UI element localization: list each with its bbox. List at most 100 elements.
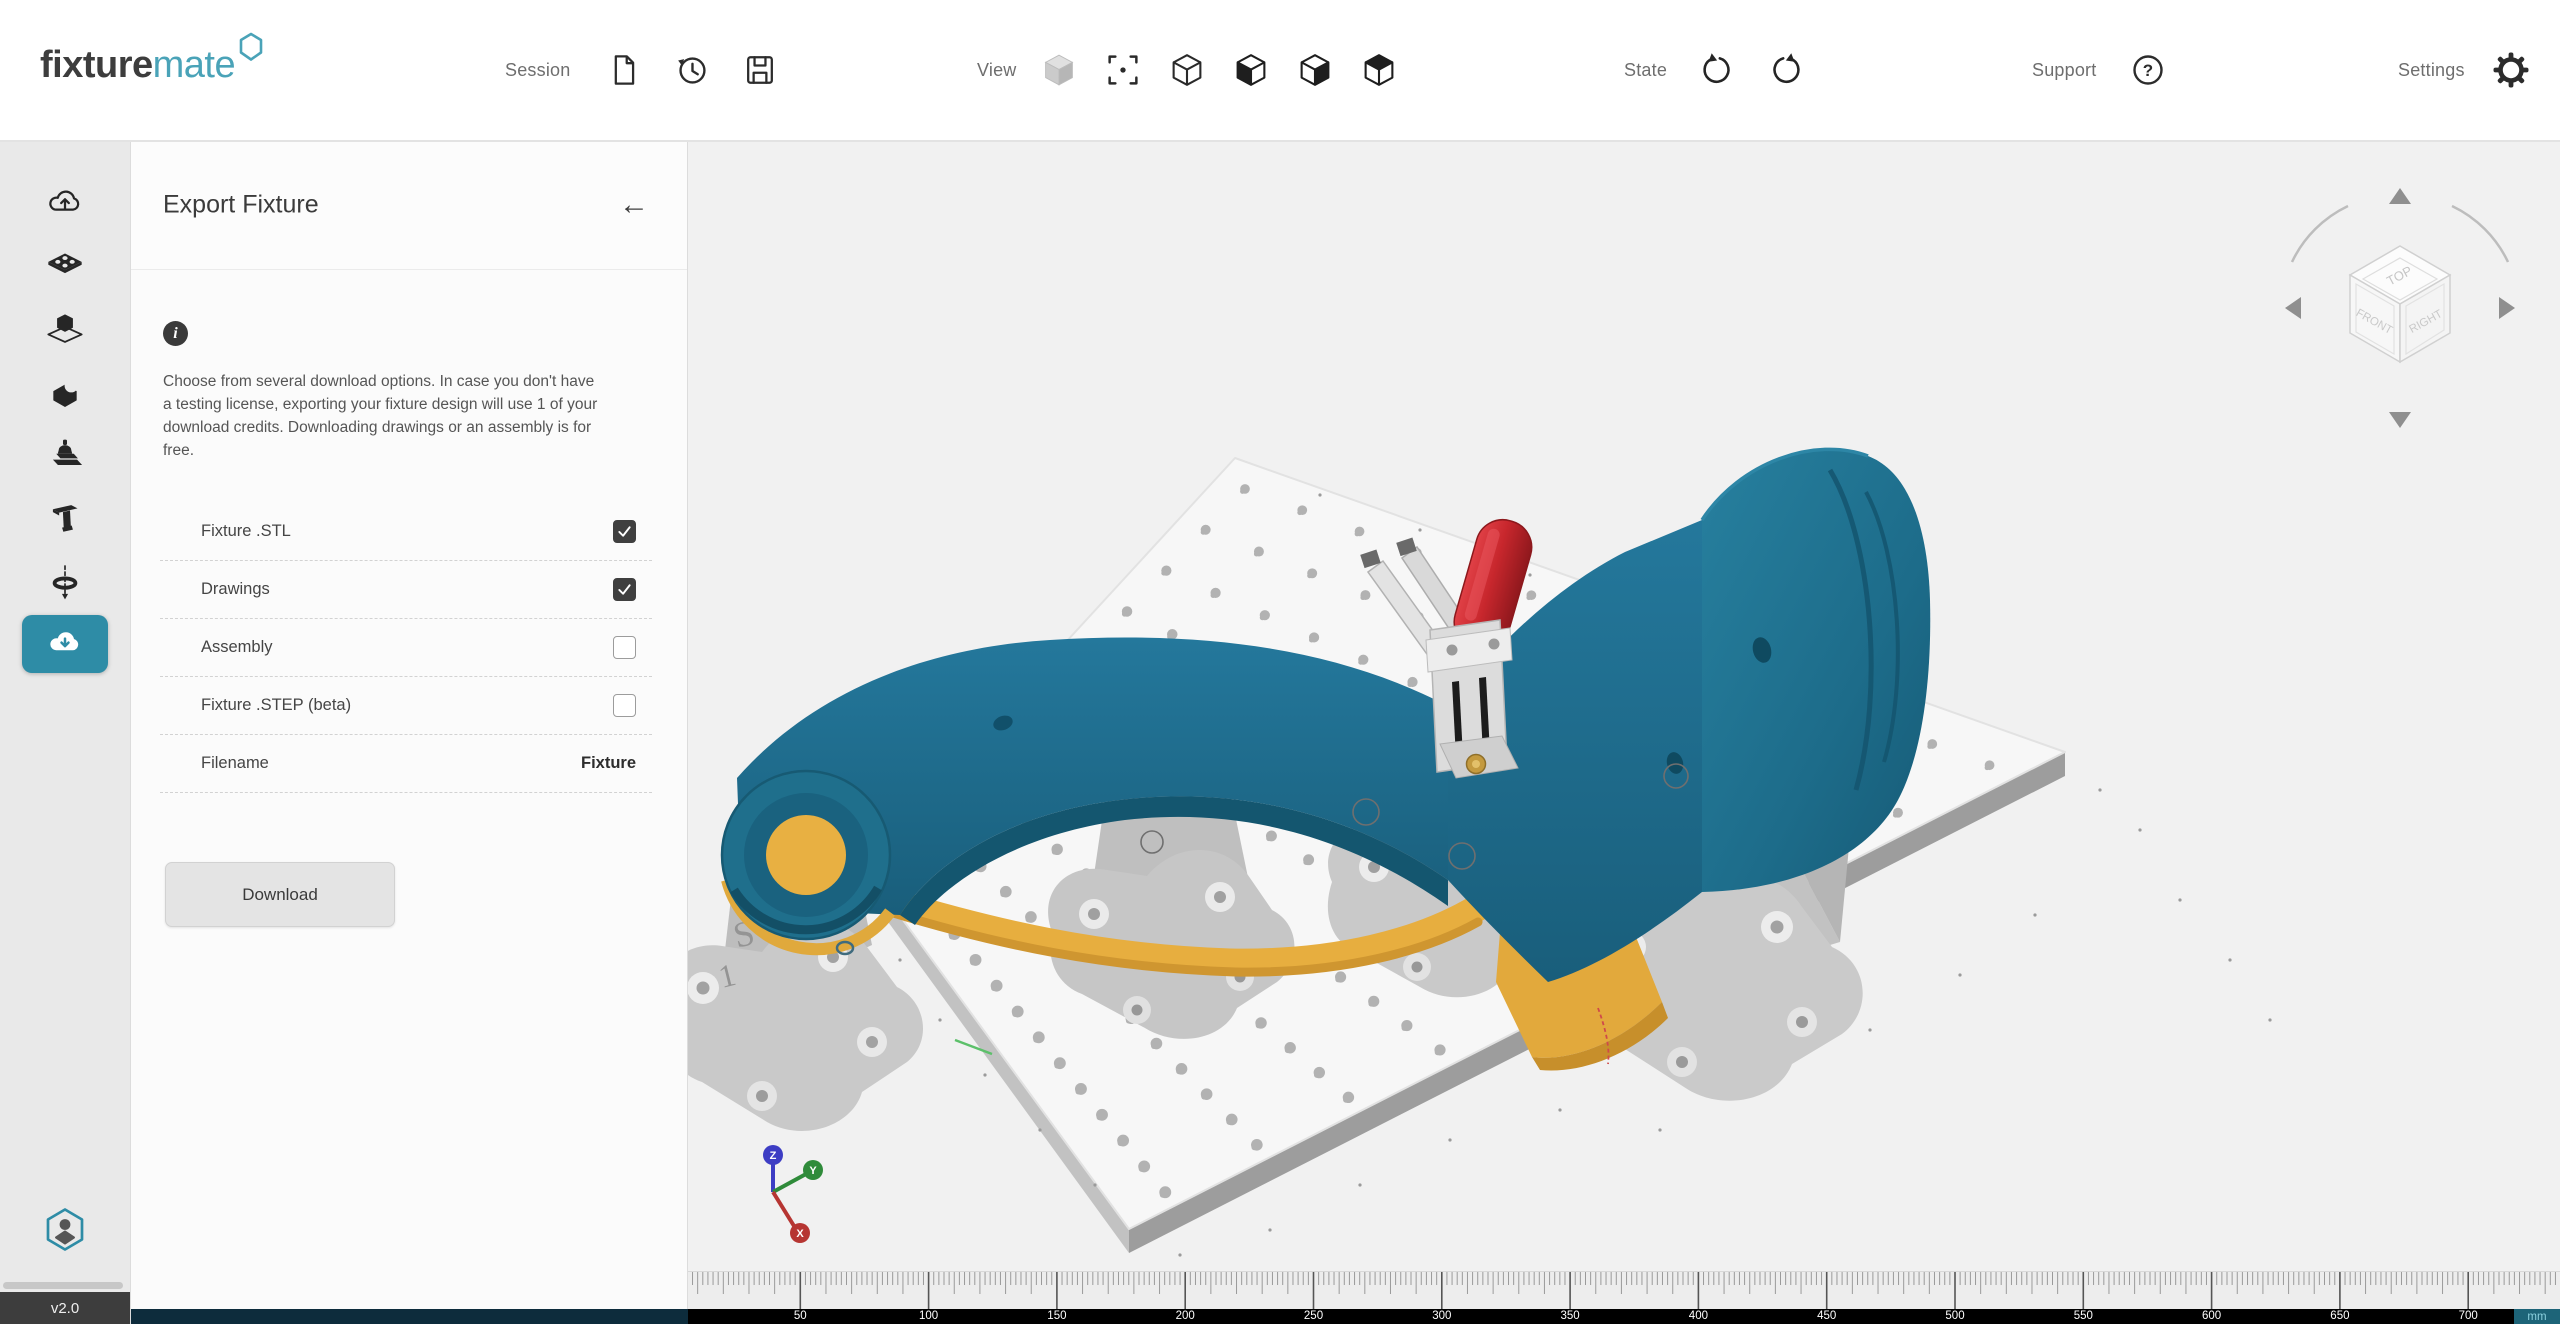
ruler-unit-badge: mm <box>2514 1309 2560 1324</box>
viewcube-rotate-ccw-arc[interactable] <box>2292 206 2348 262</box>
panel-title: Export Fixture <box>163 190 319 219</box>
viewport-3d[interactable]: S 1 <box>688 142 2560 1271</box>
sidebar-item-export[interactable] <box>22 615 108 673</box>
ruler-number: 350 <box>1561 1309 1580 1324</box>
top-bar: fixturemate Session View <box>0 0 2560 142</box>
undo-button[interactable] <box>1694 48 1738 92</box>
save-icon <box>740 48 780 92</box>
download-button[interactable]: Download <box>165 862 395 927</box>
cube-top-face-icon <box>1358 48 1400 92</box>
sidebar-item-part-orientation[interactable] <box>22 300 108 358</box>
ring-arrow-icon <box>45 561 85 601</box>
sidebar-items <box>0 140 130 678</box>
session-history-button[interactable] <box>670 48 714 92</box>
y-axis-label: Y <box>809 1165 817 1177</box>
cloud-upload-icon <box>45 183 85 223</box>
support-label: Support <box>2032 60 2096 81</box>
export-description: Choose from several download options. In… <box>163 370 607 462</box>
option-row-fixture-stl[interactable]: Fixture .STL <box>160 503 652 561</box>
logo-hexagon-icon <box>238 32 264 62</box>
sidebar-scroll-thumb[interactable] <box>3 1282 123 1289</box>
ruler-numbers: 5010015020025030035040045050055060065070… <box>688 1309 2560 1324</box>
option-row-fixture-step[interactable]: Fixture .STEP (beta) <box>160 677 652 735</box>
view-label: View <box>977 60 1017 81</box>
sidebar-item-labels[interactable] <box>22 552 108 610</box>
cube-right-face-icon <box>1294 48 1336 92</box>
left-view-button[interactable] <box>1229 48 1273 92</box>
zoom-fit-button[interactable] <box>1101 48 1145 92</box>
viewport-canvas[interactable]: S 1 <box>688 142 2560 1271</box>
profile-hexagon-icon <box>42 1206 88 1254</box>
option-row-drawings[interactable]: Drawings <box>160 561 652 619</box>
gear-icon <box>2489 46 2533 94</box>
state-label: State <box>1624 60 1667 81</box>
option-label: Fixture .STL <box>201 522 613 541</box>
option-label: Assembly <box>201 638 613 657</box>
ruler-number: 400 <box>1689 1309 1708 1324</box>
drawings-checkbox[interactable] <box>613 578 636 601</box>
cube-left-face-icon <box>1230 48 1272 92</box>
horizontal-ruler: 5010015020025030035040045050055060065070… <box>688 1271 2560 1324</box>
save-session-button[interactable] <box>738 48 782 92</box>
ruler-number: 100 <box>919 1309 938 1324</box>
sidebar-item-clamps[interactable] <box>22 426 108 484</box>
ruler-number: 600 <box>2202 1309 2221 1324</box>
shaded-view-icon <box>1038 48 1080 92</box>
clamp-icon <box>45 435 85 475</box>
shaded-view-button[interactable] <box>1037 48 1081 92</box>
session-group: Session <box>505 0 782 140</box>
viewcube-arrow-right[interactable] <box>2499 297 2515 319</box>
history-icon <box>671 48 713 92</box>
fixture-step-checkbox[interactable] <box>613 694 636 717</box>
profile-button[interactable] <box>0 1206 130 1254</box>
new-file-icon <box>604 48 644 92</box>
option-row-filename[interactable]: Filename Fixture <box>160 735 652 793</box>
ruler-number: 200 <box>1176 1309 1195 1324</box>
right-view-button[interactable] <box>1293 48 1337 92</box>
viewcube-rotate-cw-arc[interactable] <box>2452 206 2508 262</box>
top-view-button[interactable] <box>1357 48 1401 92</box>
wireframe-cube-icon <box>1166 48 1208 92</box>
ruler-ticks <box>688 1271 2560 1310</box>
axes-triad: Z Y X <box>763 1145 823 1243</box>
ruler-number: 250 <box>1304 1309 1323 1324</box>
zoom-fit-icon <box>1102 48 1144 92</box>
version-badge: v2.0 <box>0 1292 130 1324</box>
new-session-button[interactable] <box>602 48 646 92</box>
ruler-number: 150 <box>1047 1309 1066 1324</box>
state-group: State <box>1624 0 1809 140</box>
support-block-icon <box>45 372 85 412</box>
x-axis-label: X <box>796 1228 804 1240</box>
redo-button[interactable] <box>1765 48 1809 92</box>
view-cube[interactable]: TOP FRONT RIGHT <box>2285 188 2515 428</box>
logo-text-mate: mate <box>153 44 235 87</box>
left-sidebar <box>0 140 131 1324</box>
option-label: Filename <box>201 754 581 773</box>
ruler-number: 450 <box>1817 1309 1836 1324</box>
baseplate-icon <box>45 246 85 286</box>
filename-value[interactable]: Fixture <box>581 754 636 773</box>
sidebar-item-supports[interactable] <box>22 363 108 421</box>
ruler-number: 50 <box>794 1309 807 1324</box>
fixture-model[interactable]: S 1 <box>688 449 2272 1271</box>
viewcube-arrow-up[interactable] <box>2389 188 2411 204</box>
export-panel: Export Fixture ← i Choose from several d… <box>130 140 688 1324</box>
settings-button[interactable] <box>2489 48 2533 92</box>
svg-text:?: ? <box>2143 61 2153 80</box>
viewcube-arrow-down[interactable] <box>2389 412 2411 428</box>
sidebar-item-toggle-clamps[interactable] <box>22 489 108 547</box>
sidebar-item-baseplate[interactable] <box>22 237 108 295</box>
help-button[interactable]: ? <box>2126 48 2170 92</box>
session-label: Session <box>505 60 570 81</box>
assembly-checkbox[interactable] <box>613 636 636 659</box>
help-icon: ? <box>2126 47 2170 93</box>
ruler-number: 550 <box>2074 1309 2093 1324</box>
z-axis-label: Z <box>770 1150 777 1162</box>
isometric-view-button[interactable] <box>1165 48 1209 92</box>
fixture-stl-checkbox[interactable] <box>613 520 636 543</box>
back-arrow-button[interactable]: ← <box>619 190 649 220</box>
viewcube-arrow-left[interactable] <box>2285 297 2301 319</box>
logo-text-fixture: fixture <box>40 44 153 87</box>
settings-label: Settings <box>2398 60 2465 81</box>
option-row-assembly[interactable]: Assembly <box>160 619 652 677</box>
